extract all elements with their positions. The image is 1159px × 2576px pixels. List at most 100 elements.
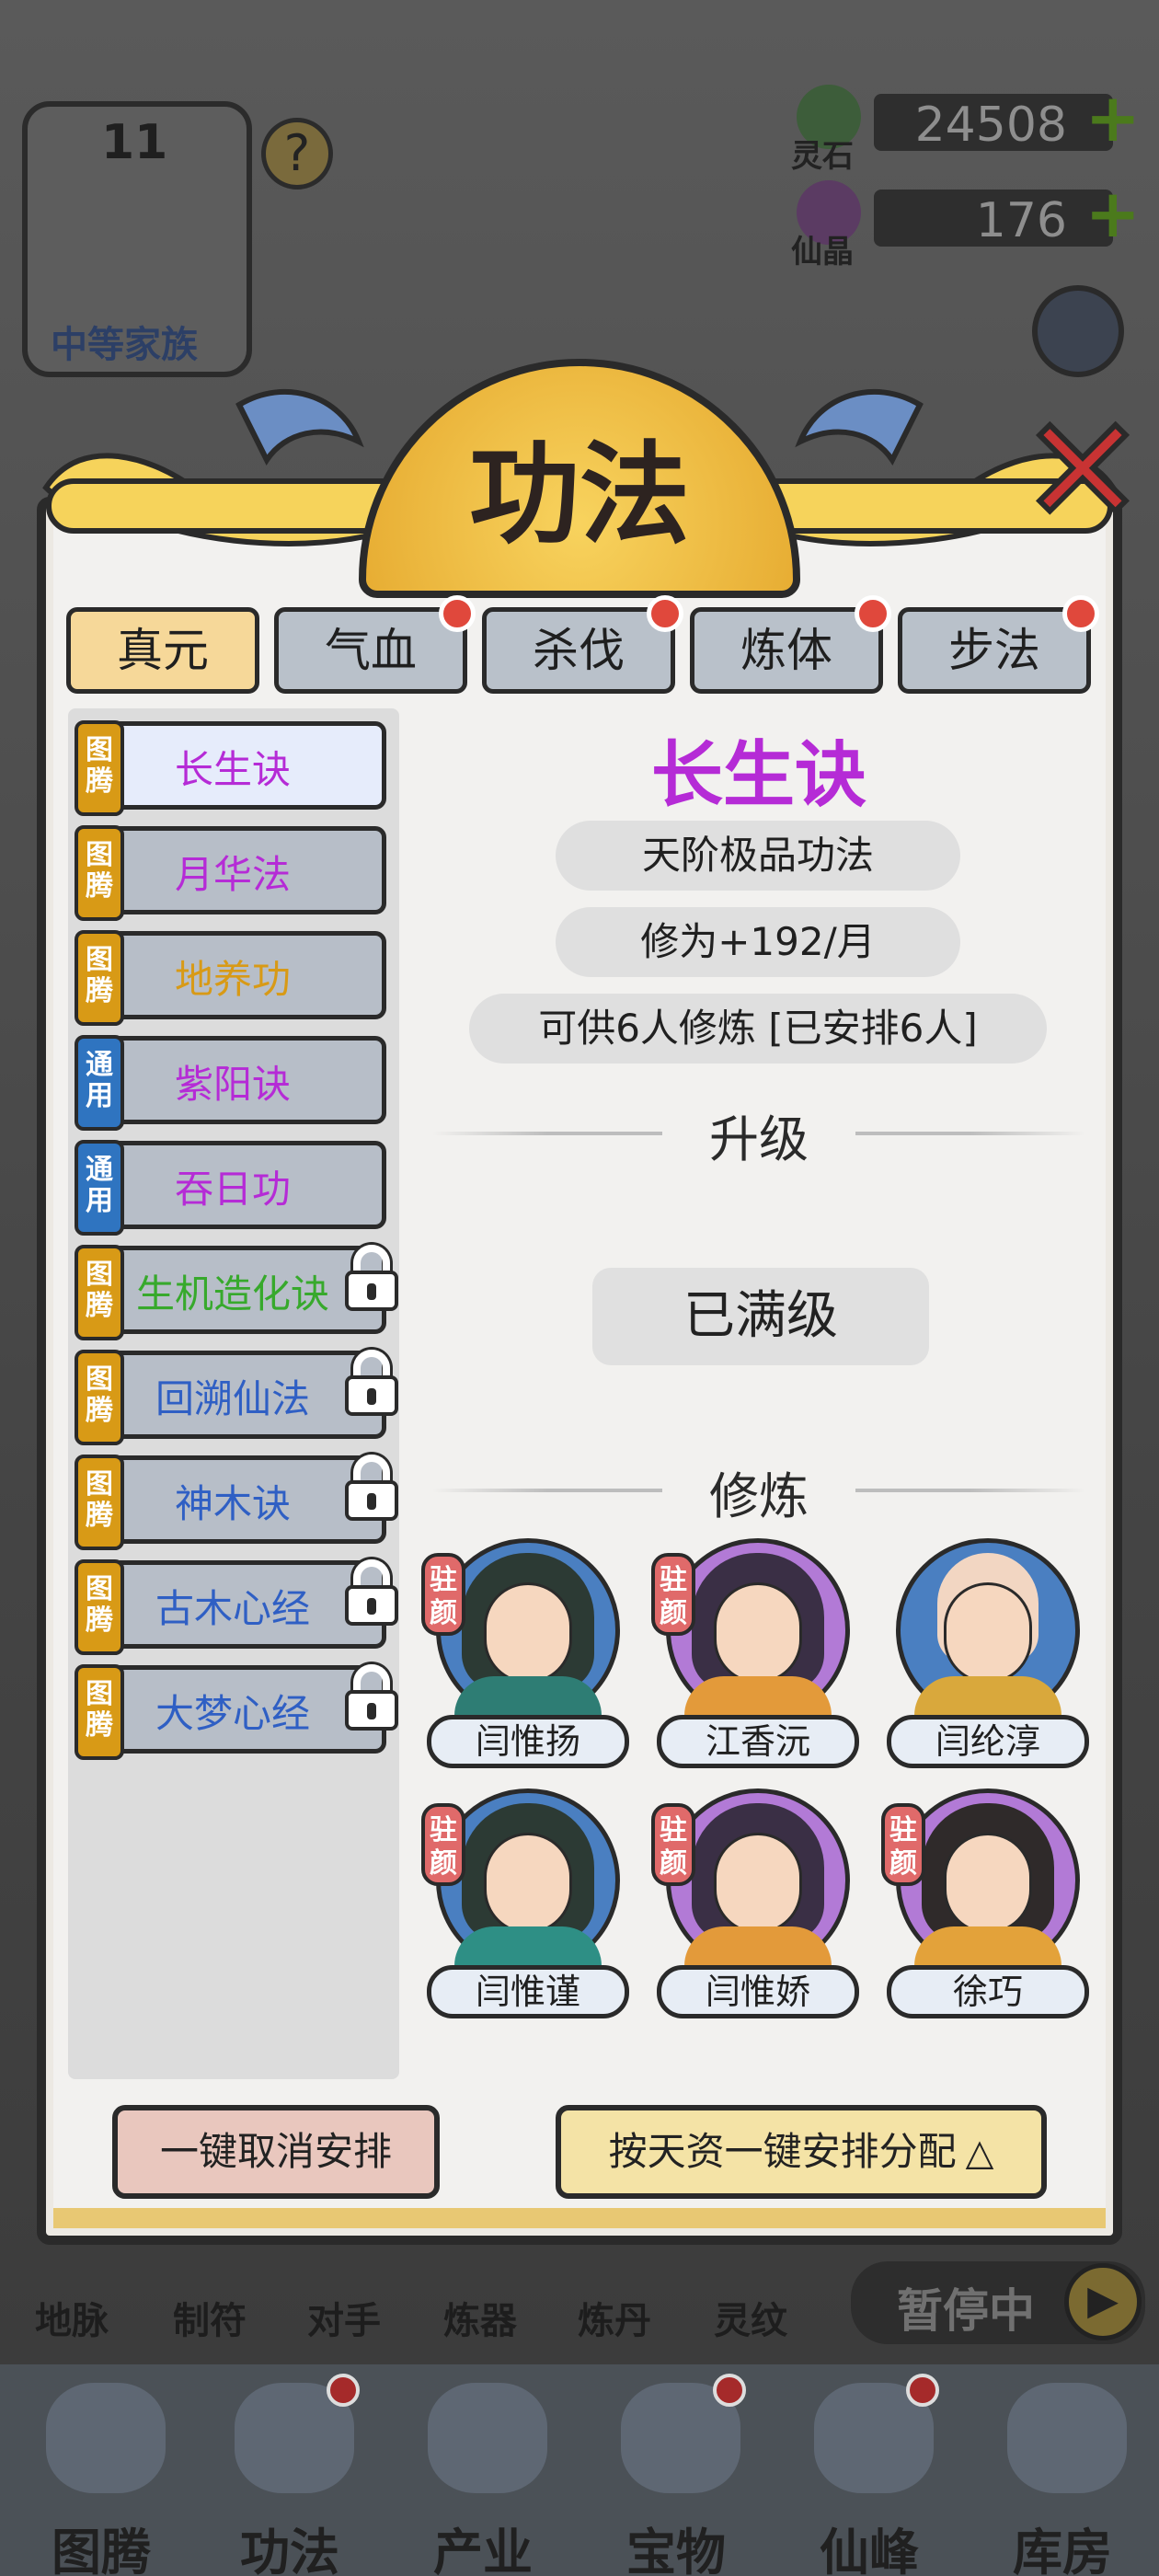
zhuyan-tag: 驻颜: [651, 1553, 695, 1636]
tab-label: 气血: [325, 624, 417, 677]
disciple-slot[interactable]: 驻颜 闫惟谨: [421, 1788, 629, 2028]
immortal-crystal-value: 176: [975, 193, 1067, 248]
nav-item-totem[interactable]: 图腾: [9, 2364, 193, 2576]
skill-name: 长生诀: [174, 747, 291, 792]
notification-dot: [327, 2374, 360, 2407]
play-icon[interactable]: ▶: [1064, 2263, 1142, 2340]
skill-name: 古木心经: [155, 1586, 310, 1631]
menu-item-lingwen[interactable]: 灵纹: [714, 2291, 787, 2344]
auto-assign-button[interactable]: 按天资一键安排分配 △: [556, 2105, 1047, 2199]
nav-label: 库房: [1013, 2524, 1112, 2576]
add-spirit-stone-icon[interactable]: +: [1085, 85, 1141, 151]
portrait-face: [484, 1582, 572, 1684]
tab-lianti[interactable]: 炼体: [690, 595, 891, 694]
family-rank-label: 中等家族: [51, 324, 198, 366]
disciple-name: 闫惟谨: [427, 1965, 629, 2018]
skill-item-diyang[interactable]: 图腾 地养功: [75, 930, 386, 1026]
yin-yang-settings-icon[interactable]: [1032, 285, 1124, 377]
lock-icon: [341, 1245, 402, 1311]
skill-name: 大梦心经: [155, 1691, 310, 1736]
nav-label: 仙峰: [820, 2524, 919, 2576]
tab-label: 真元: [117, 624, 209, 677]
pause-button[interactable]: 暂停中 ▶: [851, 2261, 1145, 2344]
skill-item-ziyang[interactable]: 通用 紫阳诀: [75, 1035, 386, 1131]
zhuyan-tag: 驻颜: [421, 1803, 465, 1886]
dialog-title: 功法: [469, 430, 690, 559]
pause-label: 暂停中: [897, 2284, 1035, 2338]
lock-icon: [341, 1559, 402, 1626]
nav-item-skills[interactable]: 功法: [198, 2364, 382, 2576]
disciple-slot[interactable]: 闫纶淳: [887, 1538, 1089, 1777]
disciple-name: 闫惟娇: [657, 1965, 859, 2018]
skill-item-shenmu[interactable]: 图腾 神木诀: [75, 1455, 398, 1550]
tab-zhenyuan[interactable]: 真元: [66, 607, 259, 694]
max-level-button[interactable]: 已满级: [592, 1268, 929, 1365]
notification-dot: [1062, 595, 1099, 632]
cancel-all-assignments-button[interactable]: 一键取消安排: [112, 2105, 440, 2199]
menu-item-dimai[interactable]: 地脉: [35, 2291, 109, 2344]
tab-qixue[interactable]: 气血: [274, 595, 476, 694]
disciple-slot[interactable]: 驻颜 闫惟娇: [651, 1788, 859, 2028]
skill-name: 回溯仙法: [155, 1376, 310, 1421]
spirit-stone-resource: 灵石 24508 +: [791, 85, 1141, 175]
notification-dot: [906, 2374, 939, 2407]
skill-capacity: 可供6人修炼 [已安排6人]: [469, 994, 1047, 1064]
menu-item-zhifu[interactable]: 制符: [173, 2291, 247, 2344]
immortal-crystal-label: 仙晶: [791, 234, 854, 270]
industry-icon: [428, 2383, 547, 2493]
skill-grade: 天阶极品功法: [556, 821, 960, 891]
skill-item-dameng[interactable]: 图腾 大梦心经: [75, 1664, 398, 1760]
nav-item-industry[interactable]: 产业: [391, 2364, 575, 2576]
triangle-up-icon: △: [965, 2132, 994, 2174]
skill-item-huisu[interactable]: 图腾 回溯仙法: [75, 1350, 398, 1445]
zhuyan-tag: 驻颜: [421, 1553, 465, 1636]
tab-label: 杀伐: [533, 624, 625, 677]
disciple-slot[interactable]: 驻颜 江香沅: [651, 1538, 859, 1777]
disciple-name: 闫惟扬: [427, 1715, 629, 1768]
lock-icon: [341, 1350, 402, 1416]
portrait-face: [714, 1582, 802, 1684]
skill-item-shengji[interactable]: 图腾 生机造化诀: [75, 1245, 398, 1340]
add-immortal-crystal-icon[interactable]: +: [1085, 180, 1141, 247]
skill-name: 月华法: [174, 852, 291, 897]
menu-item-duishou[interactable]: 对手: [307, 2291, 381, 2344]
family-level-number: 11: [101, 115, 168, 170]
notification-dot: [439, 595, 476, 632]
skill-name: 地养功: [174, 957, 291, 1002]
menu-item-liandan[interactable]: 炼丹: [578, 2291, 651, 2344]
notification-dot: [855, 595, 891, 632]
skill-detail-title: 长生诀: [650, 734, 866, 817]
close-x-icon[interactable]: ✕: [1018, 395, 1147, 547]
portrait-face: [944, 1833, 1032, 1934]
disciple-slot[interactable]: 驻颜 徐巧: [881, 1788, 1089, 2028]
tab-label: 步法: [948, 624, 1040, 677]
zhuyan-tag: 驻颜: [881, 1803, 925, 1886]
skill-cultivation-rate: 修为+192/月: [556, 907, 960, 977]
bottom-navigation: 图腾 功法 产业 宝物 仙峰 库房: [0, 2364, 1159, 2576]
question-icon[interactable]: ?: [261, 118, 333, 190]
skill-name: 紫阳诀: [174, 1062, 291, 1107]
skill-item-gumu[interactable]: 图腾 古木心经: [75, 1559, 398, 1655]
tab-bufa[interactable]: 步法: [898, 595, 1099, 694]
nav-item-storehouse[interactable]: 库房: [970, 2364, 1154, 2576]
spirit-stone-label: 灵石: [791, 138, 854, 175]
lock-icon: [341, 1455, 402, 1521]
skill-item-tunri[interactable]: 通用 吞日功: [75, 1140, 386, 1236]
disciple-slot[interactable]: 驻颜 闫惟扬: [421, 1538, 629, 1777]
cancel-all-label: 一键取消安排: [159, 2129, 392, 2174]
tab-shafa[interactable]: 杀伐: [482, 595, 683, 694]
practice-header-text: 修炼: [709, 1467, 809, 1525]
skill-item-yuehua[interactable]: 图腾 月华法: [75, 825, 386, 921]
nav-item-peak[interactable]: 仙峰: [777, 2364, 961, 2576]
upgrade-section-header: 升级: [432, 1098, 1085, 1168]
nav-label: 功法: [240, 2524, 339, 2576]
portrait-face: [944, 1582, 1032, 1684]
disciple-name: 闫纶淳: [887, 1715, 1089, 1768]
nav-item-treasure[interactable]: 宝物: [584, 2364, 768, 2576]
notification-dot: [713, 2374, 746, 2407]
menu-item-lianqi[interactable]: 炼器: [443, 2291, 517, 2344]
skill-item-changsheng[interactable]: 图腾 长生诀: [75, 720, 386, 816]
totem-icon: [46, 2383, 166, 2493]
lock-icon: [341, 1664, 402, 1731]
skill-name: 神木诀: [174, 1481, 291, 1526]
